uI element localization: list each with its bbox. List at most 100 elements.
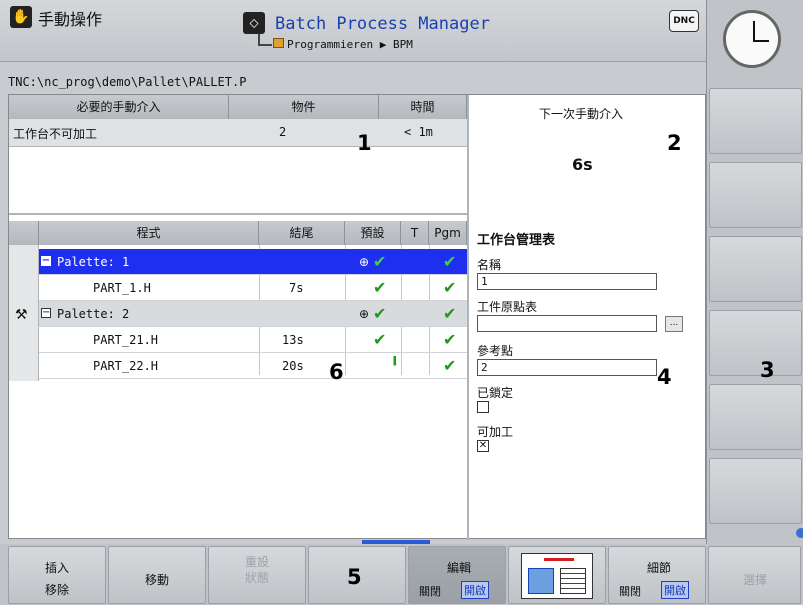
table-row-part-21[interactable]: PART_21.H 13s ✔ ✔ bbox=[39, 327, 467, 353]
detail-toggle-button[interactable]: 細節 關閉 開啟 bbox=[608, 546, 706, 604]
reset-label-2: 狀態 bbox=[245, 571, 270, 585]
page-indicator bbox=[362, 540, 430, 544]
pgm-check-icon: ✔ bbox=[443, 304, 457, 323]
move-button[interactable]: 移動 bbox=[108, 546, 206, 604]
view-layout-button[interactable] bbox=[508, 546, 606, 604]
intervention-row[interactable]: 工作台不可加工 2 < 1m bbox=[9, 119, 467, 147]
program-name: PART_1.H bbox=[93, 281, 151, 295]
pgm-check-icon: ✔ bbox=[443, 330, 457, 349]
select-label: 選擇 bbox=[743, 573, 768, 587]
vertical-softkey-6[interactable] bbox=[709, 458, 802, 524]
reset-label-1: 重設 bbox=[245, 555, 270, 569]
remove-label: 移除 bbox=[45, 583, 70, 597]
callout-5: 5 bbox=[347, 565, 362, 589]
name-label: 名稱 bbox=[477, 258, 502, 272]
col-header-object: 物件 bbox=[229, 95, 379, 119]
table-row-palette-2[interactable]: − Palette: 2 ⊕ ✔ ✔ bbox=[39, 301, 467, 327]
col-header-tool: T bbox=[401, 221, 429, 245]
locked-checkbox[interactable] bbox=[477, 401, 489, 413]
pgm-check-icon: ✔ bbox=[443, 252, 457, 271]
table-row-part-22[interactable]: PART_22.H 20s ╹ ✔ bbox=[39, 353, 467, 379]
home-icon bbox=[273, 38, 284, 48]
pgm-check-icon: ✔ bbox=[443, 356, 457, 375]
mode-title: 手動操作 bbox=[38, 10, 103, 29]
col-header-pgm: Pgm bbox=[429, 221, 467, 245]
select-button[interactable]: 選擇 bbox=[708, 546, 801, 604]
preset-partial-icon: ╹ bbox=[390, 356, 400, 375]
vertical-softkey-5[interactable] bbox=[709, 384, 802, 450]
header-bar: ✋ 手動操作 ⬦ Batch Process Manager Programmi… bbox=[0, 0, 706, 62]
vertical-softkey-2[interactable] bbox=[709, 162, 802, 228]
col-header-end: 結尾 bbox=[259, 221, 345, 245]
program-end: 13s bbox=[282, 333, 304, 347]
intervention-desc: 工作台不可加工 bbox=[13, 127, 98, 141]
datum-table-field[interactable] bbox=[477, 315, 657, 332]
vertical-softkey-4[interactable] bbox=[709, 310, 802, 376]
col-header-preset: 預設 bbox=[345, 221, 401, 245]
callout-1: 1 bbox=[357, 131, 372, 155]
edit-label: 編輯 bbox=[447, 561, 472, 575]
divider bbox=[9, 213, 467, 215]
intervention-table-header: 必要的手動介入 物件 時間 bbox=[9, 95, 467, 119]
machining-tool-icon: ⚒ bbox=[15, 307, 28, 323]
hand-icon: ✋ bbox=[10, 6, 32, 28]
vertical-softkey-3[interactable] bbox=[709, 236, 802, 302]
program-name: PART_22.H bbox=[93, 359, 159, 373]
breadcrumb-connector bbox=[258, 34, 272, 46]
breadcrumb: Programmieren ▶ BPM bbox=[287, 38, 413, 51]
scroll-indicator-icon bbox=[796, 528, 803, 538]
next-intervention-panel: 下一次手動介入 6s 2 bbox=[467, 95, 707, 215]
preset-target-icon: ⊕ bbox=[359, 255, 370, 269]
col-header-time: 時間 bbox=[379, 95, 467, 119]
callout-2: 2 bbox=[667, 131, 682, 155]
bottom-softkey-bar: 插入 移除 移動 重設 狀態 5 編輯 關閉 開啟 細節 關閉 開啟 選擇 bbox=[0, 540, 803, 605]
machinable-checkbox[interactable]: ✕ bbox=[477, 440, 489, 452]
browse-button[interactable]: ... bbox=[665, 315, 683, 332]
insert-remove-button[interactable]: 插入 移除 bbox=[8, 546, 106, 604]
machinable-label: 可加工 bbox=[477, 425, 514, 439]
preset-check-icon: ✔ bbox=[373, 304, 387, 323]
app-title: Batch Process Manager bbox=[275, 14, 490, 34]
dnc-indicator: DNC bbox=[669, 10, 699, 32]
vertical-softkey-1[interactable] bbox=[709, 88, 802, 154]
name-field[interactable]: 1 bbox=[477, 273, 657, 290]
edit-toggle-button[interactable]: 編輯 關閉 開啟 bbox=[408, 546, 506, 604]
pallet-form-title: 工作台管理表 bbox=[477, 233, 556, 248]
reset-status-button[interactable]: 重設 狀態 bbox=[208, 546, 306, 604]
insert-label: 插入 bbox=[45, 561, 70, 575]
next-intervention-label: 下一次手動介入 bbox=[539, 107, 624, 121]
intervention-time: < 1m bbox=[404, 125, 433, 139]
col-header-program: 程式 bbox=[39, 221, 259, 245]
next-intervention-value: 6s bbox=[572, 155, 593, 174]
callout-3: 3 bbox=[760, 358, 775, 382]
softkey-blank[interactable]: 5 bbox=[308, 546, 406, 604]
table-row-part-1[interactable]: PART_1.H 7s ✔ ✔ bbox=[39, 275, 467, 301]
program-end: 7s bbox=[289, 281, 304, 295]
collapse-icon[interactable]: − bbox=[41, 256, 51, 266]
col-header-marker bbox=[9, 221, 39, 245]
detail-on-label: 開啟 bbox=[661, 581, 689, 599]
callout-6: 6 bbox=[329, 360, 344, 384]
datum-table-label: 工件原點表 bbox=[477, 300, 538, 314]
move-label: 移動 bbox=[145, 573, 170, 587]
program-table: 程式 結尾 預設 T Pgm − Palette: 1 ⊕ ✔ ✔ PART_1… bbox=[9, 221, 467, 539]
detail-off-label: 關閉 bbox=[619, 585, 641, 598]
edit-on-label: 開啟 bbox=[461, 581, 489, 599]
preset-check-icon: ✔ bbox=[373, 278, 387, 297]
right-softkey-panel bbox=[706, 0, 803, 605]
layout-view-icon bbox=[521, 553, 593, 599]
edit-off-label: 關閉 bbox=[419, 585, 441, 598]
preset-target-icon: ⊕ bbox=[359, 307, 370, 321]
collapse-icon[interactable]: − bbox=[41, 308, 51, 318]
table-row-palette-1[interactable]: − Palette: 1 ⊕ ✔ ✔ bbox=[39, 249, 467, 275]
pgm-check-icon: ✔ bbox=[443, 278, 457, 297]
detail-label: 細節 bbox=[647, 561, 672, 575]
bpm-app-icon: ⬦ bbox=[243, 12, 265, 34]
preset-check-icon: ✔ bbox=[373, 330, 387, 349]
work-area: 必要的手動介入 物件 時間 工作台不可加工 2 < 1m 1 下一次手動介入 6… bbox=[8, 94, 707, 540]
reference-point-field[interactable]: 2 bbox=[477, 359, 657, 376]
program-table-header: 程式 結尾 預設 T Pgm bbox=[9, 221, 467, 245]
intervention-object: 2 bbox=[279, 125, 287, 139]
program-end: 20s bbox=[282, 359, 304, 373]
file-path: TNC:\nc_prog\demo\Pallet\PALLET.P bbox=[8, 75, 247, 89]
